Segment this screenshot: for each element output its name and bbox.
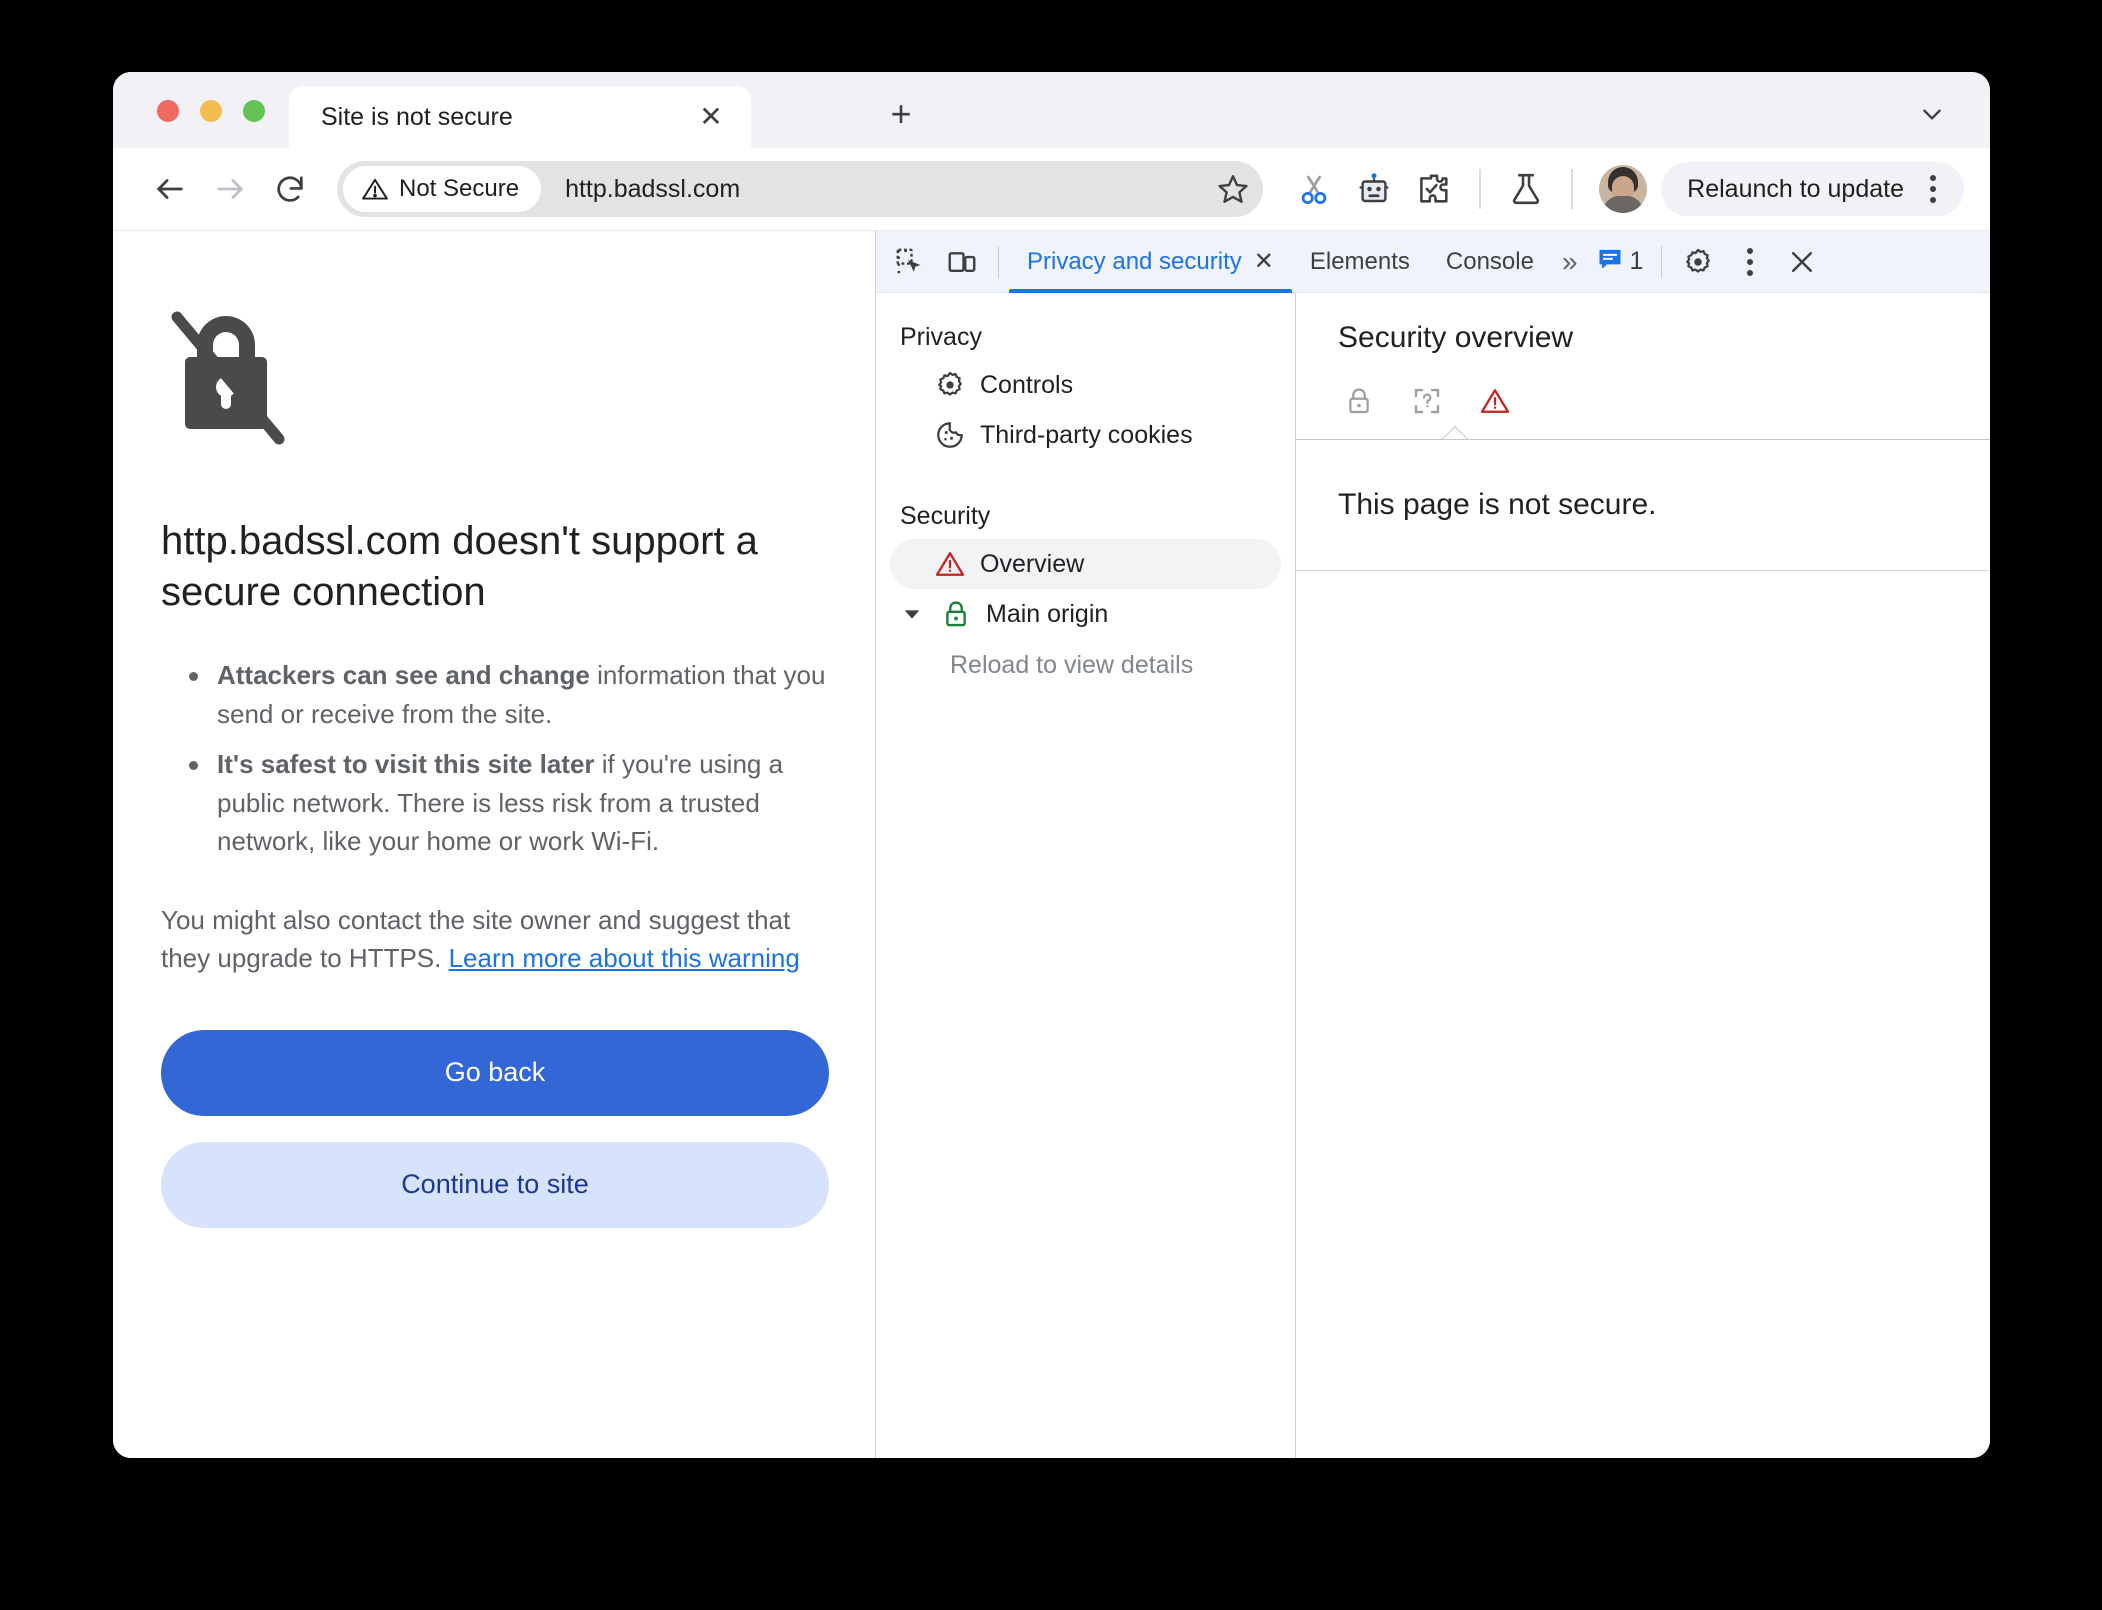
security-chip-label: Not Secure bbox=[399, 175, 520, 202]
window-body: http.badssl.com doesn't support a secure… bbox=[113, 230, 1990, 1458]
sidebar-item-label: Controls bbox=[980, 370, 1074, 399]
sidebar-item-main-origin[interactable]: Main origin bbox=[890, 589, 1281, 639]
browser-toolbar: Not Secure http.badssl.com Relaunch to u… bbox=[113, 148, 1990, 230]
warning-triangle-icon[interactable] bbox=[1478, 384, 1512, 418]
sidebar-item-label: Main origin bbox=[986, 599, 1109, 628]
close-icon[interactable] bbox=[1776, 236, 1828, 288]
chevron-down-icon[interactable] bbox=[1910, 92, 1954, 136]
window-zoom-button[interactable] bbox=[243, 100, 265, 122]
devtools-sidebar: Privacy Controls Third-party cookies Sec… bbox=[876, 293, 1296, 1458]
security-summary-text: This page is not secure. bbox=[1338, 488, 1657, 521]
address-bar[interactable]: Not Secure http.badssl.com bbox=[337, 161, 1264, 217]
reload-icon[interactable] bbox=[263, 162, 317, 216]
gear-icon[interactable] bbox=[1672, 236, 1724, 288]
lock-icon[interactable] bbox=[1342, 384, 1376, 418]
tab-close-icon[interactable]: ✕ bbox=[1254, 249, 1274, 274]
browser-tab[interactable]: Site is not secure ✕ bbox=[289, 86, 751, 148]
scissors-icon[interactable] bbox=[1287, 162, 1341, 216]
device-toolbar-icon[interactable] bbox=[936, 236, 988, 288]
avatar[interactable] bbox=[1599, 165, 1648, 213]
warning-triangle-icon bbox=[934, 548, 966, 580]
robot-icon[interactable] bbox=[1347, 162, 1401, 216]
go-back-button[interactable]: Go back bbox=[161, 1029, 829, 1116]
star-icon[interactable] bbox=[1209, 165, 1257, 213]
lab-flask-icon[interactable] bbox=[1499, 162, 1553, 216]
sidebar-group-title-security: Security bbox=[900, 502, 991, 530]
warning-triangle-icon bbox=[362, 178, 388, 200]
tab-console[interactable]: Console bbox=[1428, 231, 1552, 293]
tab-label: Elements bbox=[1309, 247, 1410, 275]
list-item: It's safest to visit this site later if … bbox=[161, 745, 833, 860]
sidebar-item-third-party-cookies[interactable]: Third-party cookies bbox=[890, 410, 1281, 460]
tab-title: Site is not secure bbox=[321, 102, 513, 131]
warning-bullet-list: Attackers can see and change information… bbox=[161, 656, 833, 860]
devtools-divider bbox=[998, 245, 999, 278]
overview-rule bbox=[1296, 570, 1990, 571]
continue-to-site-button[interactable]: Continue to site bbox=[161, 1141, 829, 1228]
tab-strip: Site is not secure ✕ + bbox=[113, 72, 1990, 148]
issues-counter[interactable]: 1 bbox=[1588, 245, 1652, 278]
advice-paragraph: You might also contact the site owner an… bbox=[161, 901, 833, 978]
traffic-lights bbox=[157, 100, 265, 122]
devtools-divider-2 bbox=[1661, 245, 1663, 278]
tab-label: Privacy and security bbox=[1027, 247, 1242, 275]
sidebar-item-overview[interactable]: Overview bbox=[890, 539, 1281, 589]
sidebar-item-controls[interactable]: Controls bbox=[890, 360, 1281, 410]
issues-message-icon bbox=[1596, 245, 1624, 278]
caret-down-icon[interactable] bbox=[898, 600, 926, 628]
browser-window: Site is not secure ✕ + Not Secure http.b… bbox=[113, 72, 1990, 1458]
learn-more-link[interactable]: Learn more about this warning bbox=[449, 943, 800, 973]
toolbar-divider bbox=[1479, 169, 1482, 209]
origin-reload-hint: Reload to view details bbox=[950, 651, 1194, 679]
window-minimize-button[interactable] bbox=[200, 100, 222, 122]
relaunch-label: Relaunch to update bbox=[1687, 174, 1904, 203]
kebab-menu-icon[interactable] bbox=[1724, 236, 1776, 288]
url-text[interactable]: http.badssl.com bbox=[541, 175, 1209, 204]
page-title: http.badssl.com doesn't support a secure… bbox=[161, 519, 758, 615]
toolbar-divider-2 bbox=[1571, 169, 1574, 209]
sidebar-item-label: Third-party cookies bbox=[980, 420, 1193, 449]
gear-icon bbox=[934, 369, 966, 401]
tab-elements[interactable]: Elements bbox=[1292, 231, 1428, 293]
kebab-menu-icon[interactable] bbox=[1918, 172, 1948, 206]
back-arrow-icon[interactable] bbox=[143, 162, 197, 216]
sidebar-group-title-privacy: Privacy bbox=[900, 323, 982, 351]
sidebar-item-label: Overview bbox=[980, 549, 1085, 578]
lock-icon bbox=[940, 598, 972, 630]
relaunch-to-update-button[interactable]: Relaunch to update bbox=[1661, 162, 1964, 216]
new-tab-button[interactable]: + bbox=[879, 92, 923, 136]
list-item: Attackers can see and change information… bbox=[161, 656, 833, 733]
security-overview-panel: Security overview This page is not secur… bbox=[1296, 293, 1990, 1458]
broken-lock-icon bbox=[161, 303, 833, 458]
overview-divider bbox=[1296, 439, 1990, 440]
bullet-bold-text: It's safest to visit this site later bbox=[217, 749, 595, 780]
certificate-unknown-icon[interactable] bbox=[1410, 384, 1444, 418]
tab-label: Console bbox=[1445, 247, 1534, 275]
interstitial-page: http.badssl.com doesn't support a secure… bbox=[113, 231, 875, 1458]
overview-status-icons bbox=[1338, 373, 1990, 429]
selected-status-notch bbox=[1442, 426, 1468, 439]
more-tabs-icon[interactable]: » bbox=[1552, 246, 1588, 278]
devtools-panel: Privacy and security ✕ Elements Console … bbox=[875, 231, 1990, 1458]
issues-count: 1 bbox=[1629, 247, 1644, 275]
window-close-button[interactable] bbox=[157, 100, 179, 122]
tab-privacy-and-security[interactable]: Privacy and security ✕ bbox=[1009, 231, 1292, 293]
cookie-icon bbox=[934, 419, 966, 451]
forward-arrow-icon[interactable] bbox=[203, 162, 257, 216]
overview-title: Security overview bbox=[1338, 321, 1574, 354]
tab-close-icon[interactable]: ✕ bbox=[691, 97, 731, 137]
devtools-body: Privacy Controls Third-party cookies Sec… bbox=[876, 293, 1990, 1458]
overview-header: Security overview bbox=[1296, 293, 1990, 429]
security-chip[interactable]: Not Secure bbox=[343, 166, 542, 212]
inspect-element-icon[interactable] bbox=[884, 236, 936, 288]
devtools-tab-bar: Privacy and security ✕ Elements Console … bbox=[876, 231, 1990, 293]
bullet-bold-text: Attackers can see and change bbox=[217, 660, 590, 691]
extensions-puzzle-icon[interactable] bbox=[1407, 162, 1461, 216]
